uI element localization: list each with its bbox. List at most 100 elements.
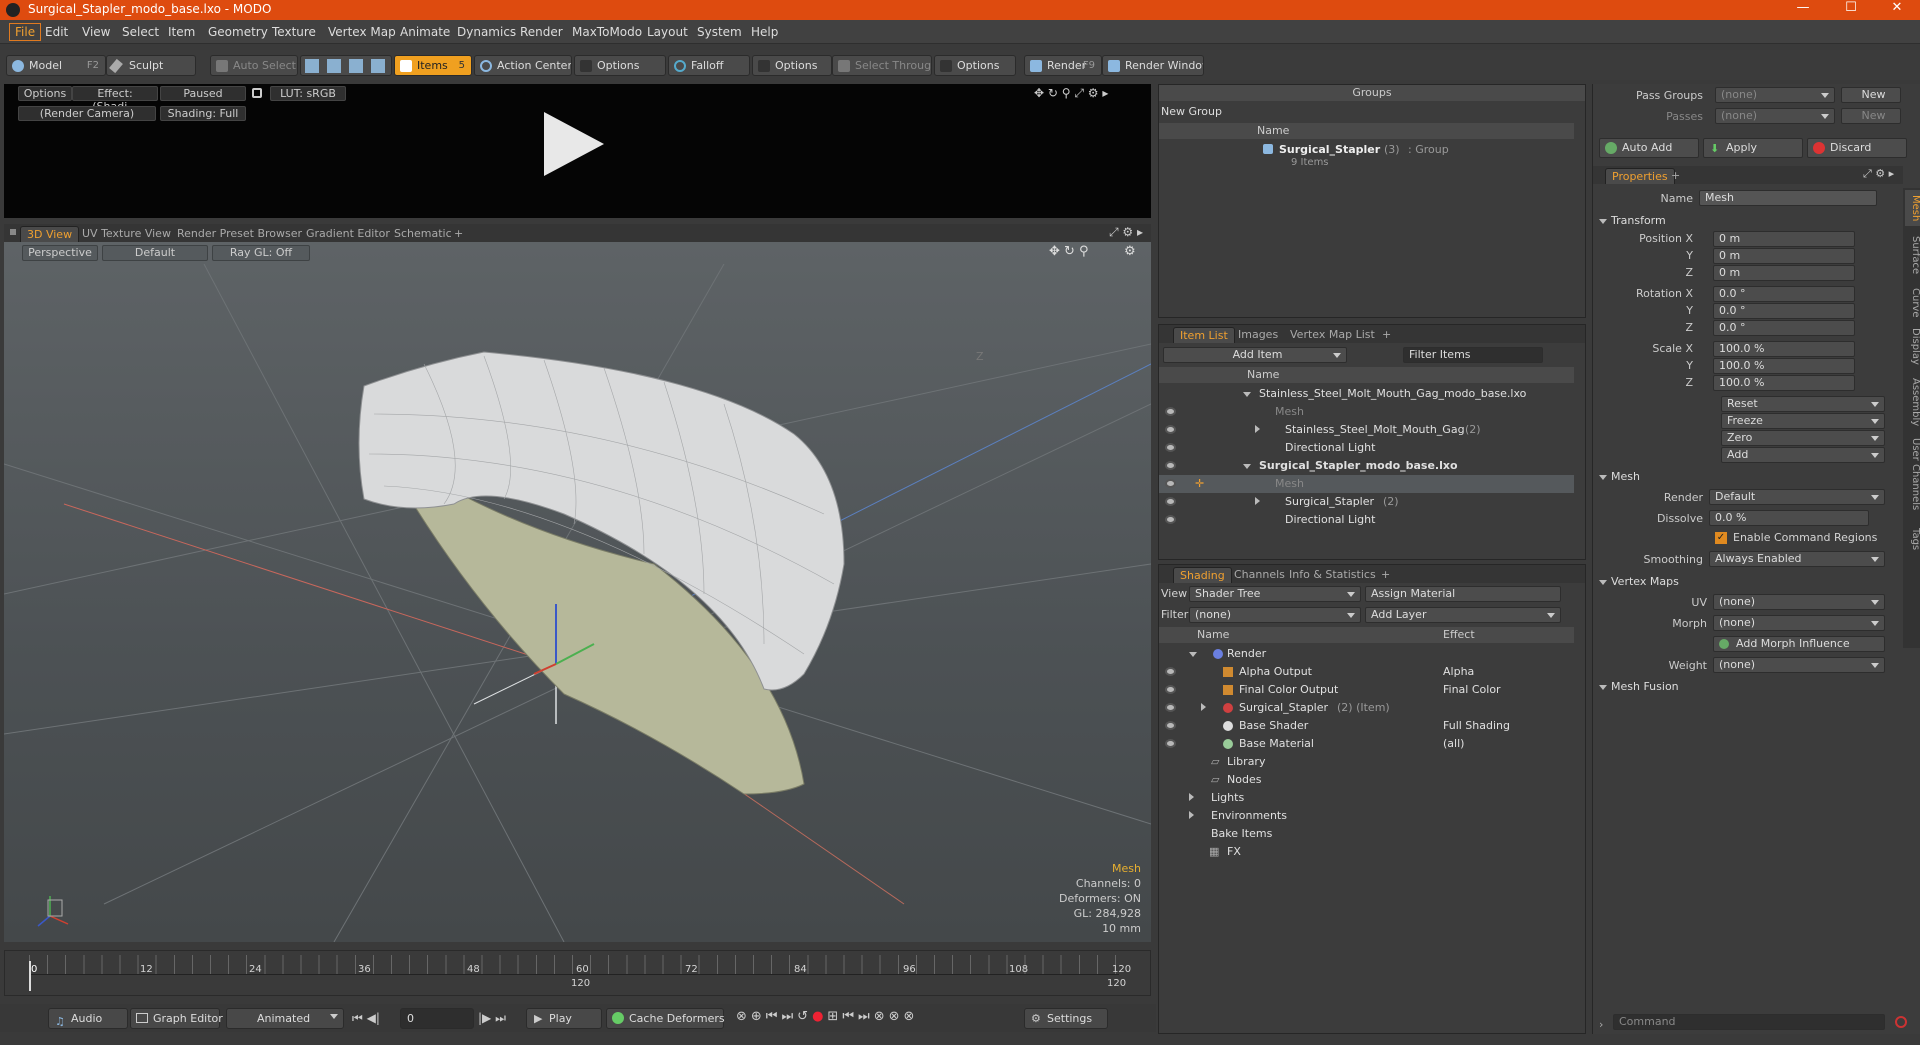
shader-row[interactable]: Render: [1159, 645, 1574, 663]
select-through-options-button[interactable]: Options: [934, 55, 1016, 76]
render-button[interactable]: Render F9: [1024, 55, 1102, 76]
timeline-ruler[interactable]: 0 12 24 36 48 60 72 84 96 108 120 120 12…: [29, 955, 1131, 991]
preview-pause-button[interactable]: Paused: [160, 86, 246, 101]
tab-images[interactable]: Images: [1232, 327, 1284, 343]
settings-button[interactable]: ⚙ Settings: [1024, 1008, 1108, 1029]
menu-edit[interactable]: Edit: [45, 25, 68, 39]
morph-dropdown[interactable]: (none): [1713, 615, 1885, 631]
panel-options-icon[interactable]: ⤢ ⚙ ▸: [1863, 167, 1894, 181]
vtab-assembly[interactable]: Assembly: [1905, 378, 1920, 426]
shader-row[interactable]: ▱ Library: [1159, 753, 1574, 771]
add-tab-button[interactable]: +: [1376, 327, 1397, 343]
tab-render-preset-browser[interactable]: Render Preset Browser: [171, 226, 308, 242]
list-item[interactable]: Surgical_Stapler (2): [1159, 493, 1574, 511]
preview-options-button[interactable]: Options: [18, 86, 72, 101]
minimize-button[interactable]: —: [1780, 0, 1826, 20]
step-forward-button[interactable]: |▶ ⏭: [478, 1011, 506, 1026]
shader-row[interactable]: Bake Items: [1159, 825, 1574, 843]
eye-icon[interactable]: [1165, 515, 1176, 524]
reset-dropdown[interactable]: Reset: [1721, 396, 1885, 412]
vtab-display[interactable]: Display: [1905, 328, 1920, 365]
position-z-field[interactable]: 0 m: [1713, 265, 1855, 281]
play-icon[interactable]: [544, 112, 604, 176]
list-item[interactable]: Mesh: [1159, 403, 1574, 421]
timeline[interactable]: 0 12 24 36 48 60 72 84 96 108 120 120 12…: [4, 950, 1151, 996]
shader-row[interactable]: Lights: [1159, 789, 1574, 807]
stop-icon[interactable]: [1895, 1016, 1907, 1028]
menu-dynamics[interactable]: Dynamics: [457, 25, 516, 39]
menu-layout[interactable]: Layout: [647, 25, 688, 39]
eye-icon[interactable]: [1165, 461, 1176, 470]
shader-row[interactable]: ▱ Nodes: [1159, 771, 1574, 789]
new-pass-button[interactable]: New: [1841, 108, 1901, 124]
transform-section[interactable]: Transform: [1599, 214, 1666, 227]
playhead[interactable]: [29, 961, 31, 991]
action-center-button[interactable]: Action Center: [474, 55, 572, 76]
tab-item-list[interactable]: Item List: [1173, 327, 1235, 343]
list-item[interactable]: Stainless_Steel_Molt_Mouth_Gag (2): [1159, 421, 1574, 439]
shader-row[interactable]: ▦ FX: [1159, 843, 1574, 861]
uv-dropdown[interactable]: (none): [1713, 594, 1885, 610]
rotation-y-field[interactable]: 0.0 °: [1713, 303, 1855, 319]
viewport-3d[interactable]: Perspective Default Ray GL: Off ✥ ↻ ⚲ ⚙ …: [4, 242, 1151, 942]
passes-dropdown[interactable]: (none): [1715, 108, 1835, 124]
select-through-button[interactable]: Select Through: [832, 55, 932, 76]
mesh-fusion-section[interactable]: Mesh Fusion: [1599, 680, 1679, 693]
drag-handle-icon[interactable]: [10, 229, 16, 235]
viewport-nav-icons[interactable]: ✥ ↻ ⚲: [1049, 244, 1089, 259]
items-mode-button[interactable]: Items 5: [394, 55, 472, 76]
maximize-view-icon[interactable]: ⤢ ⚙ ▸: [1109, 225, 1143, 240]
tab-channels[interactable]: Channels: [1228, 567, 1291, 583]
action-center-options-button[interactable]: Options: [574, 55, 666, 76]
list-item[interactable]: Stainless_Steel_Molt_Mouth_Gag_modo_base…: [1159, 385, 1574, 403]
jump-start-button[interactable]: ⏮ ◀|: [352, 1011, 380, 1026]
edges-mode-icon[interactable]: [327, 59, 341, 73]
weight-dropdown[interactable]: (none): [1713, 657, 1885, 673]
menu-system[interactable]: System: [697, 25, 742, 39]
add-tab-button[interactable]: +: [448, 226, 469, 242]
mesh-section[interactable]: Mesh: [1599, 470, 1640, 483]
tab-uv-texture-view[interactable]: UV Texture View: [76, 226, 177, 242]
pin-icon[interactable]: ✛: [1195, 475, 1204, 493]
list-item[interactable]: Directional Light: [1159, 511, 1574, 529]
shader-row[interactable]: Final Color Output Final Color: [1159, 681, 1574, 699]
shader-row[interactable]: Surgical_Stapler (2) (Item): [1159, 699, 1574, 717]
menu-render[interactable]: Render: [520, 25, 563, 39]
preview-nav-icons[interactable]: ✥ ↻ ⚲ ⤢ ⚙ ▸: [1034, 86, 1108, 101]
menu-file[interactable]: File: [9, 23, 42, 41]
menu-view[interactable]: View: [82, 25, 110, 39]
vtab-curve[interactable]: Curve: [1905, 288, 1920, 318]
discard-button[interactable]: Discard: [1807, 138, 1907, 158]
polygons-mode-icon[interactable]: [349, 59, 363, 73]
add-morph-influence-button[interactable]: Add Morph Influence: [1713, 636, 1885, 652]
scale-x-field[interactable]: 100.0 %: [1713, 341, 1855, 357]
eye-icon[interactable]: [1165, 425, 1176, 434]
menu-vertex-map[interactable]: Vertex Map: [328, 25, 396, 39]
position-x-field[interactable]: 0 m: [1713, 231, 1855, 247]
viewport-settings-icon[interactable]: ⚙: [1124, 244, 1136, 259]
assign-material-button[interactable]: Assign Material: [1365, 586, 1561, 602]
vtab-mesh[interactable]: Mesh: [1905, 190, 1920, 226]
tab-info-statistics[interactable]: Info & Statistics: [1283, 567, 1382, 583]
preview-effect-dropdown[interactable]: Effect: (Shadi...: [72, 86, 158, 113]
checkbox-checked-icon[interactable]: ✓: [1715, 532, 1727, 544]
eye-icon[interactable]: [1165, 667, 1176, 676]
zero-dropdown[interactable]: Zero: [1721, 430, 1885, 446]
eye-icon[interactable]: [1165, 739, 1176, 748]
model-button[interactable]: Model F2: [6, 55, 106, 76]
command-expand-icon[interactable]: ›: [1599, 1018, 1603, 1031]
name-field[interactable]: Mesh: [1699, 190, 1877, 206]
rotation-x-field[interactable]: 0.0 °: [1713, 286, 1855, 302]
eye-icon[interactable]: [1165, 721, 1176, 730]
audio-button[interactable]: ♫ Audio: [48, 1008, 128, 1029]
pass-groups-dropdown[interactable]: (none): [1715, 87, 1835, 103]
render-dropdown[interactable]: Default: [1709, 489, 1885, 505]
add-dropdown[interactable]: Add: [1721, 447, 1885, 463]
apply-button[interactable]: ⬇ Apply: [1703, 138, 1803, 158]
tab-shading[interactable]: Shading: [1173, 567, 1232, 583]
materials-mode-icon[interactable]: [371, 59, 385, 73]
group-row[interactable]: Surgical_Stapler (3) : Group 9 Items: [1159, 143, 1574, 173]
play-button[interactable]: ▶ Play: [526, 1008, 602, 1029]
shading-style-dropdown[interactable]: Default: [102, 245, 208, 261]
vertex-maps-section[interactable]: Vertex Maps: [1599, 575, 1679, 588]
